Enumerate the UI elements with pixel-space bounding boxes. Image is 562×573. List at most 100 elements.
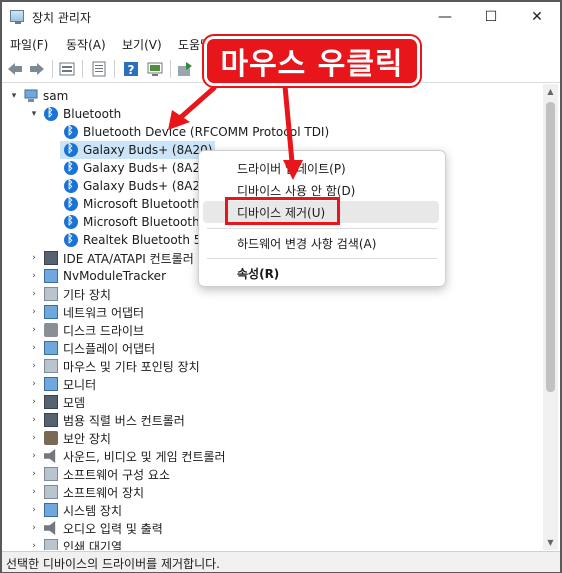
tree-category[interactable]: › 소프트웨어 장치 — [28, 483, 144, 501]
tree-category[interactable]: › 오디오 입력 및 출력 — [28, 519, 163, 537]
minimize-button[interactable]: — — [422, 2, 468, 32]
tree-category-label: 오디오 입력 및 출력 — [63, 521, 163, 536]
menu-item-scan-hardware[interactable]: 하드웨어 변경 사항 검색(A) — [237, 235, 376, 252]
audio-io-icon — [44, 521, 56, 535]
tree-device-selected[interactable]: Galaxy Buds+ (8A20) — [60, 141, 216, 159]
speaker-icon — [44, 449, 56, 463]
tree-device-label: Microsoft Bluetooth L — [83, 197, 211, 211]
tree-category-bluetooth[interactable]: ▾ Bluetooth — [28, 105, 121, 123]
vertical-scrollbar[interactable]: ▲ ▼ — [543, 84, 558, 550]
menu-item-properties[interactable]: 속성(R) — [237, 265, 279, 282]
tree-category[interactable]: › 범용 직렬 버스 컨트롤러 — [28, 411, 185, 429]
tree-category[interactable]: › 네트워크 어댑터 — [28, 303, 144, 321]
tree-category-label: 범용 직렬 버스 컨트롤러 — [63, 413, 185, 428]
chevron-right-icon[interactable]: › — [28, 289, 40, 299]
chevron-right-icon[interactable]: › — [28, 451, 40, 461]
forward-arrow-icon[interactable] — [28, 60, 46, 78]
banner-text: 마우스 우클릭 — [220, 47, 404, 82]
tree-category[interactable]: › 인쇄 대기열 — [28, 537, 122, 550]
tree-category-label: 소프트웨어 장치 — [63, 485, 145, 500]
uninstall-highlight-box — [225, 197, 340, 225]
tree-device[interactable]: Galaxy Buds+ (8A20) — [60, 159, 212, 177]
tree-category[interactable]: › 시스템 장치 — [28, 501, 122, 519]
scroll-thumb[interactable] — [546, 102, 555, 392]
chevron-right-icon[interactable]: › — [28, 253, 40, 263]
ide-controller-icon — [44, 251, 58, 265]
tree-category-label: 마우스 및 기타 포인팅 장치 — [63, 359, 200, 374]
status-text: 선택한 디바이스의 드라이버를 제거합니다. — [6, 557, 220, 571]
tree-device[interactable]: Microsoft Bluetooth L — [60, 195, 210, 213]
tree-category[interactable]: › 디스플레이 어댑터 — [28, 339, 155, 357]
device-manager-icon — [10, 10, 24, 24]
annotation-banner: 마우스 우클릭 — [204, 36, 420, 86]
chevron-right-icon[interactable]: › — [28, 397, 40, 407]
tree-category-label: IDE ATA/ATAPI 컨트롤러 — [63, 251, 194, 266]
chevron-right-icon[interactable]: › — [28, 361, 40, 371]
update-driver-icon[interactable] — [176, 60, 194, 78]
tree-category[interactable]: › 모니터 — [28, 375, 96, 393]
module-tracker-icon — [44, 269, 58, 283]
bluetooth-icon — [64, 214, 78, 229]
tree-category[interactable]: › 모뎀 — [28, 393, 85, 411]
software-device-icon — [44, 485, 58, 499]
document-icon[interactable] — [90, 60, 108, 78]
close-button[interactable]: ✕ — [514, 2, 560, 32]
chevron-right-icon[interactable]: › — [28, 379, 40, 389]
tree-device[interactable]: Bluetooth Device (RFCOMM Protocol TDI) — [60, 123, 329, 141]
chevron-right-icon[interactable]: › — [28, 415, 40, 425]
title-bar: 장치 관리자 — ☐ ✕ — [2, 2, 560, 32]
scroll-up-icon[interactable]: ▲ — [543, 84, 558, 99]
help-icon[interactable]: ? — [122, 60, 140, 78]
tree-category[interactable]: › 기타 장치 — [28, 285, 111, 303]
chevron-right-icon[interactable]: › — [28, 487, 40, 497]
toolbar-separator — [82, 60, 83, 78]
chevron-right-icon[interactable]: › — [28, 325, 40, 335]
chevron-right-icon[interactable]: › — [28, 523, 40, 533]
menu-separator — [207, 228, 437, 229]
toolbar-separator — [52, 60, 53, 78]
chevron-down-icon[interactable]: ▾ — [28, 109, 40, 119]
chevron-right-icon[interactable]: › — [28, 433, 40, 443]
tree-category-label: 디스플레이 어댑터 — [63, 341, 156, 356]
tree-device[interactable]: Microsoft Bluetooth — [60, 213, 200, 231]
print-queue-icon — [44, 539, 58, 550]
tree-category[interactable]: › 디스크 드라이브 — [28, 321, 144, 339]
chevron-down-icon[interactable]: ▾ — [8, 91, 20, 101]
tree-category[interactable]: › 소프트웨어 구성 요소 — [28, 465, 170, 483]
tree-category[interactable]: › NvModuleTracker — [28, 267, 166, 285]
tree-device[interactable]: Realtek Bluetooth 5.0 — [60, 231, 213, 249]
tree-device-label: Galaxy Buds+ (8A20) — [83, 179, 213, 193]
bluetooth-icon — [64, 160, 78, 175]
bluetooth-icon — [64, 178, 78, 193]
scroll-down-icon[interactable]: ▼ — [543, 535, 558, 550]
chevron-right-icon[interactable]: › — [28, 343, 40, 353]
maximize-button[interactable]: ☐ — [468, 2, 514, 32]
tree-device-label: Realtek Bluetooth 5.0 — [83, 233, 213, 247]
chevron-right-icon[interactable]: › — [28, 469, 40, 479]
software-component-icon — [44, 467, 58, 481]
properties-sheet-icon[interactable] — [58, 60, 76, 78]
tree-root[interactable]: ▾ sam — [8, 87, 69, 105]
bluetooth-icon — [44, 106, 58, 121]
tree-category[interactable]: › 보안 장치 — [28, 429, 111, 447]
chevron-right-icon[interactable]: › — [28, 271, 40, 281]
chevron-right-icon[interactable]: › — [28, 307, 40, 317]
tree-category[interactable]: › IDE ATA/ATAPI 컨트롤러 — [28, 249, 194, 267]
menu-action[interactable]: 동작(A) — [66, 36, 106, 53]
tree-category-label: 기타 장치 — [63, 287, 111, 302]
menu-view[interactable]: 보기(V) — [122, 36, 162, 53]
monitor-view-icon[interactable] — [146, 60, 164, 78]
tree-device[interactable]: Galaxy Buds+ (8A20) — [60, 177, 212, 195]
tree-category-label: 네트워크 어댑터 — [63, 305, 145, 320]
svg-text:?: ? — [128, 63, 135, 77]
computer-icon — [24, 89, 38, 103]
disk-drive-icon — [44, 323, 58, 337]
chevron-right-icon[interactable]: › — [28, 541, 40, 550]
tree-category[interactable]: › 마우스 및 기타 포인팅 장치 — [28, 357, 200, 375]
bluetooth-icon — [64, 196, 78, 211]
menu-item-update-driver[interactable]: 드라이버 업데이트(P) — [237, 160, 346, 177]
back-arrow-icon[interactable] — [6, 60, 24, 78]
tree-category[interactable]: › 사운드, 비디오 및 게임 컨트롤러 — [28, 447, 226, 465]
menu-file[interactable]: 파일(F) — [10, 36, 48, 53]
chevron-right-icon[interactable]: › — [28, 505, 40, 515]
